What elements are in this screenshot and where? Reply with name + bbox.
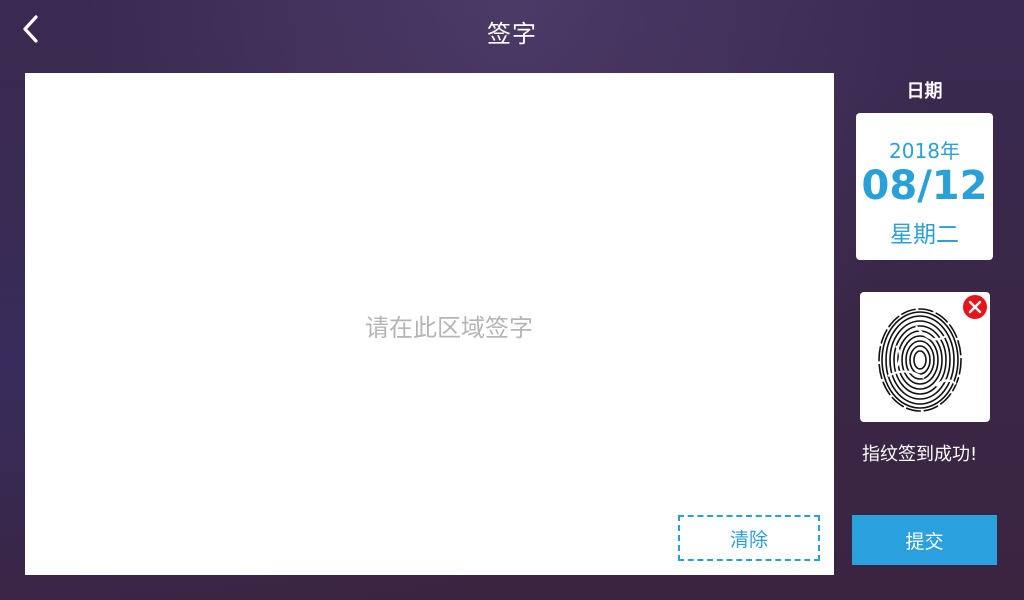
signature-pad[interactable]: 请在此区域签字 清除 bbox=[25, 73, 834, 575]
header: 签字 bbox=[0, 0, 1024, 60]
signature-placeholder: 请在此区域签字 bbox=[365, 314, 533, 342]
date-card: 2018年 08/12 星期二 bbox=[856, 113, 993, 260]
date-day: 08/12 bbox=[861, 163, 988, 209]
submit-button[interactable]: 提交 bbox=[852, 515, 997, 565]
close-icon bbox=[968, 300, 982, 314]
fingerprint-status: 指纹签到成功! bbox=[862, 444, 978, 465]
fingerprint-icon bbox=[878, 308, 962, 412]
date-year: 2018年 bbox=[889, 139, 960, 163]
remove-fingerprint-button[interactable] bbox=[963, 295, 987, 319]
page-title: 签字 bbox=[487, 20, 537, 48]
clear-button[interactable]: 清除 bbox=[678, 515, 820, 561]
date-weekday: 星期二 bbox=[890, 222, 959, 248]
date-label: 日期 bbox=[906, 81, 943, 102]
